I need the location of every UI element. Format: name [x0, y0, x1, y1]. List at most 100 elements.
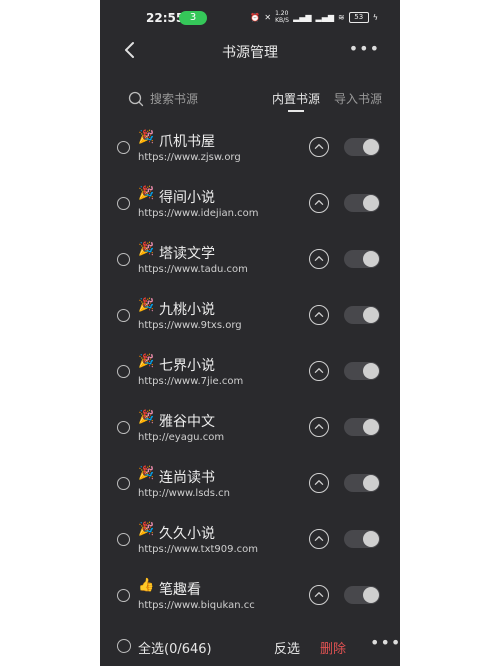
- source-name: 笔趣看: [159, 582, 201, 598]
- tab-label: 内置书源: [272, 92, 321, 106]
- source-name: 连尚读书: [159, 470, 215, 486]
- list-item[interactable]: 🎉 九桃小说 https://www.9txs.org: [100, 294, 400, 350]
- more-horizontal-icon[interactable]: •••: [349, 39, 380, 58]
- party-popper-icon: 🎉: [138, 130, 155, 145]
- list-item[interactable]: 🎉 塔读文学 https://www.tadu.com: [100, 238, 400, 294]
- list-item[interactable]: 👍 笔趣看 https://www.biqukan.cc: [100, 574, 400, 630]
- list-item[interactable]: 🎉 雅谷中文 http://eyagu.com: [100, 406, 400, 462]
- source-name: 七界小说: [159, 358, 215, 374]
- enable-toggle[interactable]: [344, 138, 380, 156]
- top-bar: 书源管理 •••: [100, 36, 400, 68]
- move-up-icon[interactable]: [309, 417, 329, 437]
- toggle-knob: [363, 531, 379, 547]
- charging-icon: ϟ: [372, 12, 378, 22]
- list-item[interactable]: 🎉 得间小说 https://www.idejian.com: [100, 182, 400, 238]
- select-all-label[interactable]: 全选(0/646): [138, 638, 212, 657]
- enable-toggle[interactable]: [344, 474, 380, 492]
- enable-toggle[interactable]: [344, 306, 380, 324]
- source-url: https://www.tadu.com: [138, 264, 248, 275]
- status-badge: 3: [179, 11, 207, 25]
- list-item[interactable]: 🎉 连尚读书 http://www.lsds.cn: [100, 462, 400, 518]
- network-speed: 1.20 KB/S: [275, 10, 289, 24]
- move-up-icon[interactable]: [309, 137, 329, 157]
- delete-button[interactable]: 删除: [320, 638, 346, 657]
- search-placeholder: 搜索书源: [150, 92, 199, 106]
- more-horizontal-icon[interactable]: •••: [370, 633, 400, 652]
- select-all-radio[interactable]: [117, 639, 131, 653]
- source-url: https://www.7jie.com: [138, 376, 244, 387]
- source-url: https://www.9txs.org: [138, 320, 242, 331]
- invert-selection-button[interactable]: 反选: [274, 638, 300, 657]
- select-radio[interactable]: [117, 197, 130, 210]
- select-radio[interactable]: [117, 253, 130, 266]
- party-popper-icon: 🎉: [138, 242, 155, 257]
- source-url: https://www.biqukan.cc: [138, 600, 255, 611]
- source-url: http://www.lsds.cn: [138, 488, 230, 499]
- mute-icon: ✕: [264, 12, 272, 22]
- alarm-icon: ⏰: [250, 12, 261, 22]
- signal-icon-2: ▂▄▆: [315, 12, 335, 22]
- toggle-knob: [363, 587, 379, 603]
- search-row: 搜索书源 内置书源 导入书源: [100, 84, 400, 118]
- list-item[interactable]: 🎉 久久小说 https://www.txt909.com: [100, 518, 400, 574]
- tab-label: 导入书源: [334, 92, 383, 106]
- source-name: 得间小说: [159, 190, 215, 206]
- select-radio[interactable]: [117, 533, 130, 546]
- source-name: 塔读文学: [159, 246, 215, 262]
- status-bar: 22:55 3 ⏰ ✕ 1.20 KB/S ▂▄▆ ▂▄▆ ≋ 53 ϟ: [100, 0, 400, 36]
- bottom-action-bar: 全选(0/646) 反选 删除 •••: [100, 632, 400, 662]
- select-radio[interactable]: [117, 421, 130, 434]
- toggle-knob: [363, 139, 379, 155]
- list-item[interactable]: 🎉 七界小说 https://www.7jie.com: [100, 350, 400, 406]
- enable-toggle[interactable]: [344, 250, 380, 268]
- party-popper-icon: 🎉: [138, 298, 155, 313]
- source-name: 九桃小说: [159, 302, 215, 318]
- source-name: 爪机书屋: [159, 134, 215, 150]
- move-up-icon[interactable]: [309, 529, 329, 549]
- select-radio[interactable]: [117, 477, 130, 490]
- move-up-icon[interactable]: [309, 249, 329, 269]
- party-popper-icon: 🎉: [138, 466, 155, 481]
- source-url: http://eyagu.com: [138, 432, 225, 443]
- select-radio[interactable]: [117, 309, 130, 322]
- toggle-knob: [363, 363, 379, 379]
- source-name: 久久小说: [159, 526, 215, 542]
- tab-builtin-sources[interactable]: 内置书源: [272, 90, 321, 112]
- search-icon: [128, 91, 144, 106]
- search-input[interactable]: 搜索书源: [128, 90, 198, 107]
- enable-toggle[interactable]: [344, 418, 380, 436]
- move-up-icon[interactable]: [309, 473, 329, 493]
- wifi-icon: ≋: [338, 12, 345, 22]
- list-item[interactable]: 🎉 爪机书屋 https://www.zjsw.org: [100, 126, 400, 182]
- source-name: 雅谷中文: [159, 414, 215, 430]
- tab-imported-sources[interactable]: 导入书源: [334, 90, 382, 107]
- source-url: https://www.idejian.com: [138, 208, 259, 219]
- move-up-icon[interactable]: [309, 361, 329, 381]
- source-list: 🎉 爪机书屋 https://www.zjsw.org 🎉 得间小说 https…: [100, 126, 400, 630]
- toggle-knob: [363, 195, 379, 211]
- phone-screen: 22:55 3 ⏰ ✕ 1.20 KB/S ▂▄▆ ▂▄▆ ≋ 53 ϟ 书源管…: [100, 0, 400, 666]
- select-radio[interactable]: [117, 141, 130, 154]
- move-up-icon[interactable]: [309, 305, 329, 325]
- toggle-knob: [363, 419, 379, 435]
- source-url: https://www.zjsw.org: [138, 152, 241, 163]
- select-radio[interactable]: [117, 589, 130, 602]
- enable-toggle[interactable]: [344, 194, 380, 212]
- move-up-icon[interactable]: [309, 193, 329, 213]
- party-popper-icon: 🎉: [138, 186, 155, 201]
- active-tab-indicator: [288, 110, 304, 112]
- source-url: https://www.txt909.com: [138, 544, 259, 555]
- party-popper-icon: 🎉: [138, 522, 155, 537]
- signal-icon: ▂▄▆: [293, 12, 312, 22]
- enable-toggle[interactable]: [344, 530, 380, 548]
- toggle-knob: [363, 251, 379, 267]
- move-up-icon[interactable]: [309, 585, 329, 605]
- enable-toggle[interactable]: [344, 586, 380, 604]
- select-radio[interactable]: [117, 365, 130, 378]
- thumbs-up-icon: 👍: [138, 578, 155, 593]
- status-indicators: ⏰ ✕ 1.20 KB/S ▂▄▆ ▂▄▆ ≋ 53 ϟ: [250, 10, 378, 24]
- enable-toggle[interactable]: [344, 362, 380, 380]
- party-popper-icon: 🎉: [138, 354, 155, 369]
- battery-icon: 53: [348, 11, 369, 23]
- party-popper-icon: 🎉: [138, 410, 155, 425]
